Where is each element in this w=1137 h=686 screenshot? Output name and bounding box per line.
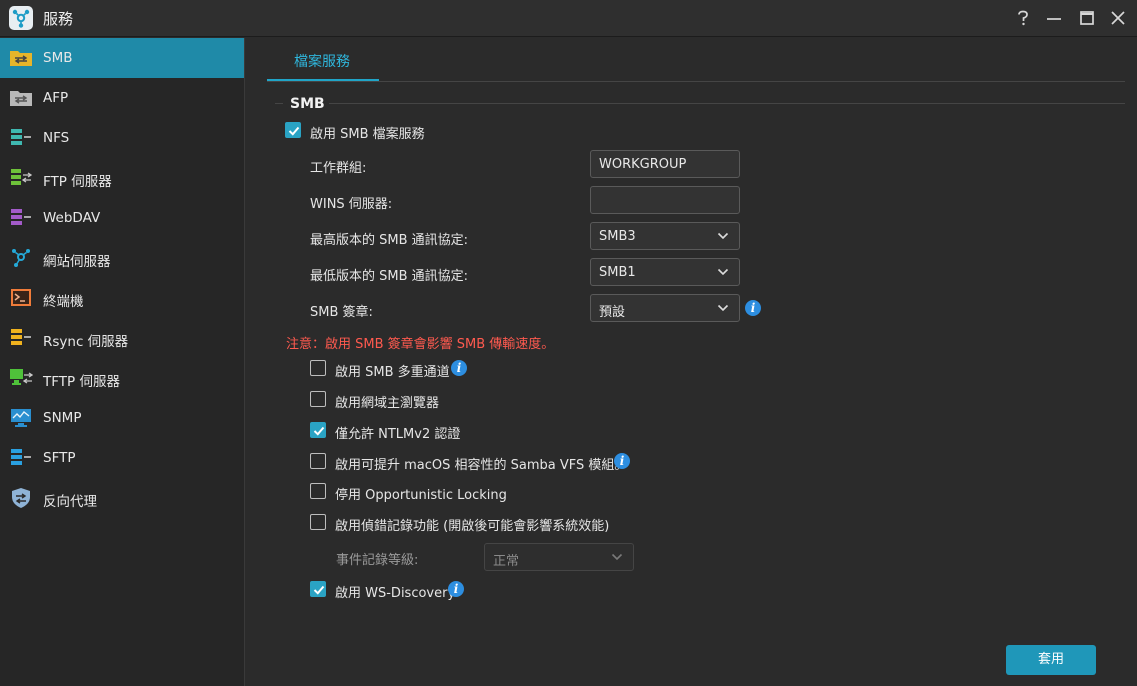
log-level-label: 事件記錄等級:	[336, 553, 419, 568]
sidebar-item-rsync[interactable]: Rsync 伺服器	[0, 318, 244, 358]
ntlmv2-checkbox[interactable]	[310, 422, 326, 438]
workgroup-label: 工作群組:	[310, 161, 367, 176]
apply-button[interactable]: 套用	[1006, 645, 1096, 675]
domain-master-label: 啟用網域主瀏覽器	[335, 396, 440, 411]
enable-smb-checkbox[interactable]	[285, 122, 301, 138]
max-protocol-select[interactable]: SMB3	[590, 222, 740, 250]
log-level-select[interactable]: 正常	[484, 543, 634, 571]
help-icon[interactable]	[1014, 9, 1032, 27]
close-icon[interactable]	[1109, 9, 1127, 27]
chevron-down-icon	[717, 304, 729, 312]
smb-signing-select[interactable]: 預設	[590, 294, 740, 322]
oplocks-label: 停用 Opportunistic Locking	[335, 488, 507, 503]
shield-icon	[9, 488, 33, 508]
sidebar-item-nfs[interactable]: NFS	[0, 118, 244, 158]
chevron-down-icon	[717, 232, 729, 240]
sidebar-item-afp[interactable]: AFP	[0, 78, 244, 118]
section-title: SMB	[290, 96, 325, 112]
info-icon[interactable]: i	[614, 453, 630, 469]
multichannel-checkbox[interactable]	[310, 360, 326, 376]
webdav-server-icon	[9, 208, 33, 228]
samba-vfs-label: 啟用可提升 macOS 相容性的 Samba VFS 模組。	[335, 458, 628, 473]
ftp-server-icon	[9, 168, 33, 188]
samba-vfs-checkbox[interactable]	[310, 453, 326, 469]
title-bar: 服務	[0, 0, 1137, 37]
chevron-down-icon	[717, 268, 729, 276]
smb-folder-icon	[9, 48, 33, 68]
info-icon[interactable]: i	[451, 360, 467, 376]
min-protocol-label: 最低版本的 SMB 通訊協定:	[310, 269, 469, 284]
tab-divider	[267, 81, 1125, 82]
tftp-server-icon	[9, 368, 34, 388]
minimize-icon[interactable]	[1045, 9, 1063, 27]
section-divider	[329, 103, 1125, 104]
sidebar-item-smb[interactable]: SMB	[0, 38, 244, 78]
sidebar-item-tftp[interactable]: TFTP 伺服器	[0, 358, 244, 398]
debug-log-label: 啟用偵錯記錄功能 (開啟後可能會影響系統效能)	[335, 519, 610, 534]
sidebar-item-ftp[interactable]: FTP 伺服器	[0, 158, 244, 198]
ws-discovery-checkbox[interactable]	[310, 581, 326, 597]
sidebar: SMB AFP NFS FTP 伺服器 WebDAV 網站伺服器 終端機 Rsy…	[0, 38, 245, 686]
debug-log-checkbox[interactable]	[310, 514, 326, 530]
wins-server-label: WINS 伺服器:	[310, 197, 393, 212]
web-server-icon	[9, 248, 33, 268]
rsync-server-icon	[9, 328, 33, 348]
sidebar-item-web-server[interactable]: 網站伺服器	[0, 238, 244, 278]
wins-server-input[interactable]	[590, 186, 740, 214]
maximize-icon[interactable]	[1078, 9, 1096, 27]
max-protocol-label: 最高版本的 SMB 通訊協定:	[310, 233, 469, 248]
domain-master-checkbox[interactable]	[310, 391, 326, 407]
multichannel-label: 啟用 SMB 多重通道	[335, 365, 450, 380]
afp-folder-icon	[9, 88, 33, 108]
enable-smb-label: 啟用 SMB 檔案服務	[310, 127, 425, 142]
min-protocol-select[interactable]: SMB1	[590, 258, 740, 286]
ws-discovery-label: 啟用 WS-Discovery	[335, 586, 456, 601]
window-title: 服務	[43, 10, 74, 28]
ntlmv2-label: 僅允許 NTLMv2 認證	[335, 427, 461, 442]
oplocks-checkbox[interactable]	[310, 483, 326, 499]
terminal-icon	[9, 288, 33, 308]
workgroup-input[interactable]: WORKGROUP	[590, 150, 740, 178]
chevron-down-icon	[611, 553, 623, 561]
app-services-icon	[9, 6, 33, 30]
sidebar-item-sftp[interactable]: SFTP	[0, 438, 244, 478]
info-icon[interactable]: i	[745, 300, 761, 316]
sftp-server-icon	[9, 448, 33, 468]
signing-warning-text: 注意：啟用 SMB 簽章會影響 SMB 傳輸速度。	[286, 337, 555, 352]
section-divider-left	[275, 103, 283, 104]
info-icon[interactable]: i	[448, 581, 464, 597]
sidebar-item-snmp[interactable]: SNMP	[0, 398, 244, 438]
nfs-server-icon	[9, 128, 33, 148]
tab-file-service[interactable]: 檔案服務	[267, 38, 379, 82]
snmp-monitor-icon	[9, 408, 33, 428]
sidebar-item-terminal[interactable]: 終端機	[0, 278, 244, 318]
sidebar-item-reverse-proxy[interactable]: 反向代理	[0, 478, 244, 518]
smb-signing-label: SMB 簽章:	[310, 305, 373, 320]
sidebar-item-webdav[interactable]: WebDAV	[0, 198, 244, 238]
